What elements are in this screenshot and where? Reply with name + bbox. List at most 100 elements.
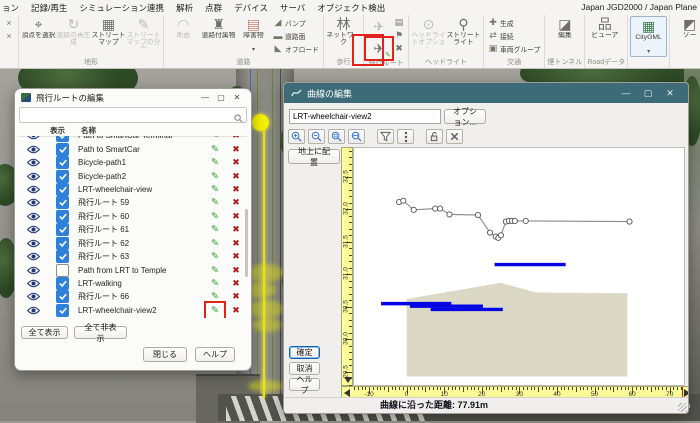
dialog-help-button[interactable]: ヘルプ — [289, 378, 320, 391]
edit-route-icon[interactable]: ✎ — [208, 265, 222, 276]
minimize-button[interactable]: — — [615, 88, 637, 98]
citygml-dropdown-icon[interactable]: ▾ — [647, 50, 650, 55]
visibility-eye-icon[interactable] — [27, 292, 41, 301]
edit-route-icon[interactable]: ✎ — [208, 184, 222, 195]
close-button[interactable]: ✕ — [659, 88, 681, 99]
control-point[interactable] — [487, 230, 492, 235]
close-dialog-button[interactable]: 閉じる — [143, 347, 187, 362]
show-checkbox[interactable] — [56, 170, 69, 183]
control-point[interactable] — [411, 207, 416, 212]
route-row[interactable]: 飛行ルート 62✎✖ — [19, 237, 243, 250]
street-light[interactable]: ⚲ストリートライト — [446, 16, 481, 48]
control-point[interactable] — [512, 218, 517, 223]
edit-route-icon[interactable]: ✎ — [208, 171, 222, 182]
control-point[interactable] — [475, 212, 480, 217]
delete-route-icon[interactable]: ✖ — [229, 184, 243, 195]
delete-route-icon[interactable]: ✖ — [229, 305, 243, 316]
generate-traffic[interactable]: ✚生成 — [486, 16, 542, 29]
obstacle[interactable]: ▤障害物▾ — [236, 16, 271, 53]
curve-name-input[interactable] — [289, 109, 441, 124]
show-checkbox[interactable] — [56, 290, 69, 303]
maximize-button[interactable]: ▢ — [637, 88, 659, 99]
confirm-button[interactable]: 確定 — [289, 346, 320, 359]
visibility-eye-icon[interactable] — [27, 145, 41, 154]
clipped-tool-1[interactable]: × — [2, 16, 16, 29]
lock-button[interactable] — [426, 129, 443, 144]
route-row[interactable]: LRT-wheelchair-view2✎✖ — [19, 304, 243, 317]
visibility-eye-icon[interactable] — [27, 185, 41, 194]
hide-all-button[interactable]: 全て非表示 — [74, 326, 127, 339]
show-checkbox[interactable] — [56, 277, 69, 290]
visibility-eye-icon[interactable] — [27, 172, 41, 181]
route-row[interactable]: 飛行ルート 59✎✖ — [19, 196, 243, 209]
route-row[interactable]: 飛行ルート 61✎✖ — [19, 223, 243, 236]
route-row[interactable]: Path to SmartCar✎✖ — [19, 142, 243, 155]
dialog-title-bar[interactable]: 飛行ルートの編集 — ▢ ✕ — [15, 89, 251, 106]
delete-route-icon[interactable]: ✖ — [229, 224, 243, 235]
delete-route-icon[interactable]: ✖ — [229, 278, 243, 289]
select-vertex[interactable]: ⌖頂点を選択 — [21, 16, 56, 48]
regenerate-road[interactable]: ↻道路の再生成 — [56, 16, 91, 48]
offroad[interactable]: ◣オフロード — [271, 42, 321, 55]
headlight-options[interactable]: ⊙ヘッドライトオプション — [411, 16, 446, 48]
delete-button[interactable] — [446, 129, 463, 144]
edit-route-icon[interactable]: ✎ — [208, 211, 222, 222]
delete-route-icon[interactable]: ✖ — [229, 265, 243, 276]
road-surface[interactable]: ▬道路面 — [271, 29, 321, 42]
road-data-viewer[interactable]: 品ビューア — [587, 16, 622, 48]
show-checkbox[interactable] — [56, 136, 69, 142]
edit-route-icon[interactable]: ✎ — [208, 291, 222, 302]
show-checkbox[interactable] — [56, 237, 69, 250]
show-checkbox[interactable] — [56, 223, 69, 236]
scroll-left-arrow[interactable] — [344, 389, 350, 397]
edit-route-icon[interactable]: ✎ — [208, 157, 222, 168]
menu-tab-0[interactable]: ョン — [0, 2, 25, 14]
control-point[interactable] — [447, 212, 452, 217]
flight-route-fly[interactable]: ✈ — [366, 16, 392, 37]
delete-route-icon[interactable]: ✖ — [229, 197, 243, 208]
visibility-eye-icon[interactable] — [27, 212, 41, 221]
split-street-map[interactable]: ✎ストリートマップの分割 — [126, 16, 161, 48]
clipped-solar[interactable]: ◩ソー — [672, 16, 700, 48]
visibility-eye-icon[interactable] — [27, 198, 41, 207]
delete-flight-route[interactable]: ✖ — [392, 42, 406, 55]
flight-path-node[interactable] — [252, 114, 269, 131]
edit-route-icon[interactable]: ✎ — [208, 251, 222, 262]
control-point[interactable] — [498, 233, 503, 238]
show-all-button[interactable]: 全て表示 — [21, 326, 68, 339]
route-row[interactable]: Bicycle-path1✎✖ — [19, 156, 243, 169]
minimize-button[interactable]: — — [197, 93, 213, 102]
edit-route-icon[interactable]: ✎ — [208, 224, 222, 235]
show-checkbox[interactable] — [56, 264, 69, 277]
menu-tab-1[interactable]: 記録/再生 — [25, 2, 73, 14]
cross-section[interactable]: ◠断面 — [166, 16, 201, 48]
delete-route-icon[interactable]: ✖ — [229, 157, 243, 168]
elevation-profile-plot[interactable] — [353, 147, 685, 386]
options-button[interactable]: オプション... — [444, 109, 486, 124]
edit-route-icon[interactable]: ✎ — [208, 278, 222, 289]
delete-route-icon[interactable]: ✖ — [229, 251, 243, 262]
route-row[interactable]: 飛行ルート 66✎✖ — [19, 290, 243, 303]
route-row[interactable]: LRT-walking✎✖ — [19, 277, 243, 290]
control-point[interactable] — [627, 219, 632, 224]
menu-tab-2[interactable]: シミュレーション連携 — [73, 2, 170, 14]
zoom-fit-button[interactable] — [348, 129, 365, 144]
bump[interactable]: ◢バンプ — [271, 16, 321, 29]
delete-route-icon[interactable]: ✖ — [229, 291, 243, 302]
route-row[interactable]: Bicycle-path2✎✖ — [19, 169, 243, 182]
edit-route-icon[interactable]: ✎ — [208, 136, 222, 141]
visibility-eye-icon[interactable] — [27, 306, 41, 315]
save-flight-route[interactable]: ▤ — [392, 16, 406, 29]
slider-button[interactable] — [397, 129, 414, 144]
show-checkbox[interactable] — [56, 196, 69, 209]
dialog-title-bar[interactable]: 曲線の編集 — ▢ ✕ — [284, 83, 688, 103]
route-row[interactable]: 飛行ルート 63✎✖ — [19, 250, 243, 263]
help-button[interactable]: ヘルプ — [195, 347, 235, 362]
visibility-eye-icon[interactable] — [27, 158, 41, 167]
zoom-in-button[interactable] — [288, 129, 305, 144]
citygml[interactable]: ▦CityGML▾ — [630, 16, 667, 57]
delete-route-icon[interactable]: ✖ — [229, 136, 243, 141]
search-input[interactable] — [20, 108, 246, 122]
control-point[interactable] — [437, 206, 442, 211]
route-row[interactable]: Path from LRT to Temple✎✖ — [19, 263, 243, 276]
